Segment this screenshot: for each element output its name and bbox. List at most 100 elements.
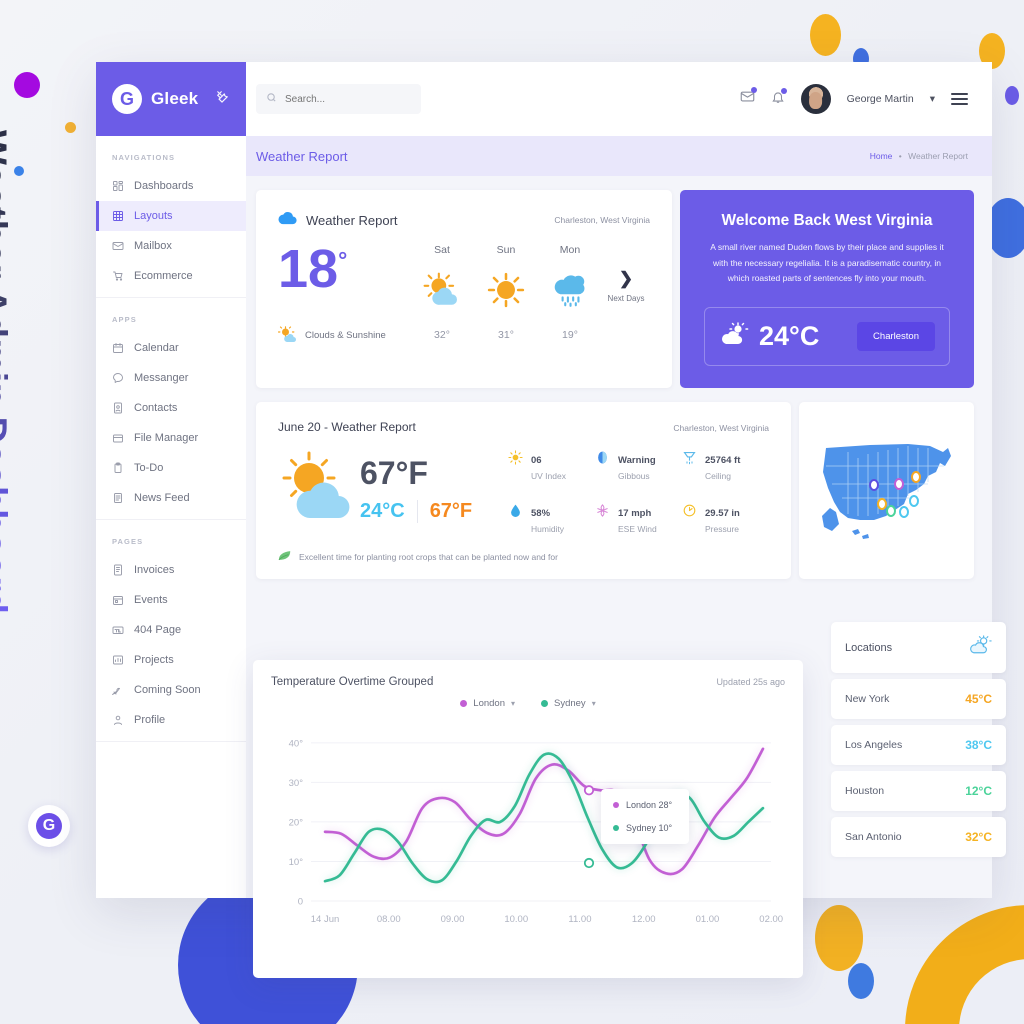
contact-icon	[112, 402, 124, 414]
location-temp: 12°C	[965, 784, 992, 798]
chart-legend: London ▾ Sydney ▾	[271, 698, 785, 709]
location-row[interactable]: New York 45°C	[831, 679, 1006, 719]
sidebar-item-dashboards[interactable]: Dashboards	[96, 171, 246, 201]
sidebar-item-coming-soon[interactable]: Coming Soon	[96, 675, 246, 705]
sidebar-item-label: Contacts	[134, 402, 178, 414]
news-icon	[112, 492, 124, 504]
chart-tooltip: London 28° Sydney 10°	[601, 789, 689, 844]
location-row[interactable]: Los Angeles 38°C	[831, 725, 1006, 765]
sidebar-item-profile[interactable]: Profile	[96, 705, 246, 735]
sidebar-item-label: Mailbox	[134, 240, 172, 252]
us-map-card	[799, 402, 974, 580]
forecast-day-sun[interactable]: Sun 31°	[474, 244, 538, 341]
sidebar-item-404-page[interactable]: 404 Page	[96, 615, 246, 645]
avatar[interactable]	[800, 84, 831, 114]
locations-header: Locations	[831, 622, 1006, 673]
metric-value: 06	[531, 455, 542, 467]
search-input[interactable]	[285, 93, 411, 105]
legend-swatch	[541, 700, 548, 707]
weather-report-card: Weather Report Charleston, West Virginia…	[256, 190, 672, 389]
sun-cloud-icon	[968, 635, 992, 660]
sidebar-section-label: PAGES	[112, 537, 144, 546]
sidebar-item-invoices[interactable]: Invoices	[96, 555, 246, 585]
sidebar-item-projects[interactable]: Projects	[96, 645, 246, 675]
chart-marker	[583, 857, 595, 869]
user-name[interactable]: George Martin	[847, 93, 914, 105]
forecast-day-mon[interactable]: Mon 19°	[538, 244, 602, 341]
legend-item-london[interactable]: London ▾	[460, 698, 515, 709]
chevron-down-icon[interactable]: ▾	[930, 93, 935, 105]
sun-cloud-icon	[410, 272, 474, 313]
wind-icon	[595, 503, 610, 523]
sidebar-item-messanger[interactable]: Messanger	[96, 363, 246, 393]
uv-icon	[508, 450, 523, 470]
daily-temp-celsius: 24°C	[360, 500, 418, 524]
droplet-icon	[508, 503, 523, 523]
notifications-icon[interactable]	[771, 87, 787, 109]
brand-logo-icon: G	[112, 84, 142, 114]
sidebar-item-events[interactable]: Events	[96, 585, 246, 615]
page-header: Weather Report Home • Weather Report	[246, 136, 992, 176]
sidebar-item-contacts[interactable]: Contacts	[96, 393, 246, 423]
location-name: New York	[845, 693, 890, 705]
location-temp: 32°C	[965, 830, 992, 844]
notifications-badge-dot	[780, 87, 787, 94]
poster-logo-letter: G	[36, 813, 62, 839]
current-condition-text: Clouds & Sunshine	[305, 330, 386, 341]
series-glow-sydney	[324, 752, 765, 884]
sidebar-item-calendar[interactable]: Calendar	[96, 333, 246, 363]
tooltip-label: Sydney 10°	[626, 823, 673, 833]
rocket-icon	[112, 684, 124, 696]
metric-ceiling: 25764 ft Ceiling	[682, 450, 769, 481]
sidebar-item-layouts[interactable]: Layouts	[96, 201, 246, 231]
daily-temp-values: 67°F 24°C 67°F	[360, 455, 473, 524]
location-row[interactable]: San Antonio 32°C	[831, 817, 1006, 857]
poster-vertical-title: Weather Admin Dashboard	[0, 130, 14, 614]
breadcrumb-current: Weather Report	[908, 151, 968, 161]
messages-icon[interactable]	[740, 87, 757, 109]
legend-item-sydney[interactable]: Sydney ▾	[541, 698, 596, 709]
locations-list: New York 45°C Los Angeles 38°C Houston 12°C Sa…	[831, 679, 1006, 857]
sidebar: G Gleek NAVIGATIONS Dashboards Layouts Mail…	[96, 62, 246, 898]
chevron-down-icon[interactable]: ▾	[511, 699, 515, 708]
metric-value: 29.57 in	[705, 508, 740, 520]
weather-metrics: 06 UV Index Warning Gibbous 25764 ft Ceiling 5…	[508, 444, 769, 534]
location-row[interactable]: Houston 12°C	[831, 771, 1006, 811]
moon-icon	[595, 450, 610, 470]
weather-card-header: Weather Report Charleston, West Virginia	[278, 210, 650, 230]
chart-header: Temperature Overtime Grouped Updated 25s…	[271, 676, 785, 688]
menu-toggle-icon[interactable]	[951, 93, 968, 105]
brand-name: Gleek	[151, 89, 199, 108]
sidebar-item-ecommerce[interactable]: Ecommerce	[96, 261, 246, 291]
next-days-button[interactable]: ❯ Next Days	[602, 236, 650, 303]
decor-dot-gold-small	[65, 122, 76, 133]
metric-pressure: 29.57 in Pressure	[682, 503, 769, 534]
tools-icon[interactable]	[216, 90, 230, 108]
forecast-days: Sat 32° Sun 31° Mon 19°	[410, 236, 602, 341]
sidebar-item-file-manager[interactable]: File Manager	[96, 423, 246, 453]
daily-temperature-block: 67°F 24°C 67°F	[278, 444, 508, 534]
topbar: George Martin ▾	[246, 62, 992, 136]
sidebar-item-mailbox[interactable]: Mailbox	[96, 231, 246, 261]
sidebar-item-label: Profile	[134, 714, 166, 726]
sidebar-item-to-do[interactable]: To-Do	[96, 453, 246, 483]
forecast-day-sat[interactable]: Sat 32°	[410, 244, 474, 341]
sidebar-item-label: Projects	[134, 654, 174, 666]
breadcrumb-home[interactable]: Home	[870, 151, 893, 161]
sun-cloud-icon	[719, 322, 749, 351]
chevron-down-icon[interactable]: ▾	[592, 699, 596, 708]
search-box[interactable]	[256, 84, 421, 114]
sidebar-item-label: Calendar	[134, 342, 179, 354]
metric-label: ESE Wind	[618, 524, 657, 535]
legend-label: London	[473, 698, 505, 709]
chart-title: Temperature Overtime Grouped	[271, 676, 434, 688]
sidebar-section-navigations: NAVIGATIONS Dashboards Layouts Mailbox Ecomm…	[96, 136, 246, 298]
sidebar-item-news-feed[interactable]: News Feed	[96, 483, 246, 513]
y-axis-tick: 10°	[289, 857, 304, 868]
sidebar-section-pages: PAGES Invoices Events 404 Page Projects Comin…	[96, 520, 246, 742]
locations-panel: Locations New York 45°C Los Angeles 38°C Hou…	[831, 622, 1006, 857]
daily-temp-fahrenheit: 67°F	[429, 500, 473, 523]
charleston-button[interactable]: Charleston	[857, 322, 935, 352]
sidebar-item-label: Invoices	[134, 564, 175, 576]
location-temp: 45°C	[965, 692, 992, 706]
